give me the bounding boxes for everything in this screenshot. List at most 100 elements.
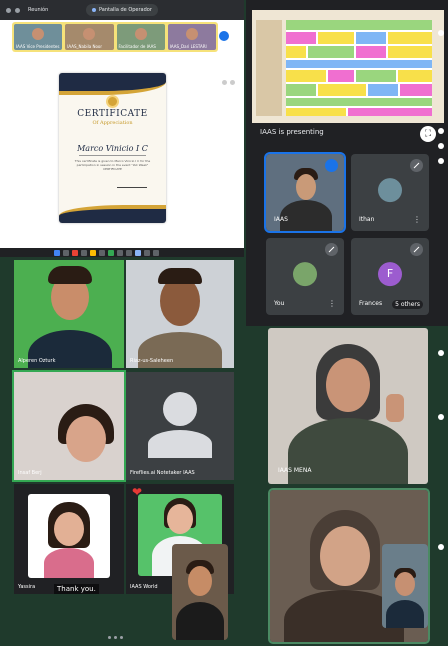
more-icon xyxy=(230,80,235,85)
certificate-title: CERTIFICATE xyxy=(77,109,148,119)
window-titlebar: Reunión Pantalla de Operador xyxy=(0,0,244,20)
certificate-subtitle: Of Appreciation xyxy=(92,120,133,126)
taskbar-app-icon[interactable] xyxy=(126,249,132,256)
margin-dot xyxy=(438,158,444,164)
video-tile[interactable]: IAAS MENA xyxy=(268,328,428,484)
filmstrip-name: IAAS_Nabila Noor xyxy=(67,44,103,49)
taskbar-app-icon[interactable] xyxy=(108,249,114,256)
participant-name: IAAS xyxy=(274,216,288,223)
screen-share-icon xyxy=(92,8,96,12)
filmstrip-tile[interactable]: IAAS_Dari LESTARI xyxy=(167,24,216,50)
operator-screen-label: Pantalla de Operador xyxy=(99,7,152,13)
certificate-slide: CERTIFICATE Of Appreciation Marco Vinici… xyxy=(59,73,166,223)
muted-mic-icon xyxy=(410,159,423,172)
avatar-head-icon xyxy=(163,392,197,426)
margin-dot xyxy=(438,30,444,36)
window-title: Reunión xyxy=(28,7,49,13)
presentation-thumbnail[interactable] xyxy=(252,10,444,123)
video-tile[interactable]: IAAS xyxy=(264,152,346,233)
taskbar-app-icon[interactable] xyxy=(54,249,60,256)
filmstrip-tile[interactable]: Facilitador de IAAS xyxy=(116,24,165,50)
signature-icon xyxy=(117,178,147,188)
certificate-divider xyxy=(79,155,146,156)
taskbar-app-icon[interactable] xyxy=(81,249,87,256)
certificate-recipient: Marco Vinicio I C xyxy=(77,144,148,153)
certificate-bottom-ribbon xyxy=(59,205,166,223)
page-dot xyxy=(108,636,111,639)
schedule-table xyxy=(252,10,444,123)
participant-face xyxy=(66,416,106,462)
presenting-label: IAAS is presenting xyxy=(260,128,324,136)
taskbar-app-icon[interactable] xyxy=(144,249,150,256)
participant-face xyxy=(185,28,198,40)
filmstrip-next-button[interactable] xyxy=(219,31,229,41)
more-icon xyxy=(222,80,227,85)
filmstrip-tile[interactable]: IAAS_Nabila Noor xyxy=(65,24,114,50)
heart-reaction-icon: ❤ xyxy=(132,485,143,499)
shared-screen-panel: Reunión Pantalla de Operador IAAS Vice P… xyxy=(0,0,244,248)
taskbar-app-icon[interactable] xyxy=(135,249,141,256)
page-indicator[interactable] xyxy=(108,636,123,639)
participant-face xyxy=(32,28,45,40)
taskbar-app-icon[interactable] xyxy=(117,249,123,256)
participant-face xyxy=(188,566,212,596)
floating-self-view[interactable] xyxy=(172,544,228,640)
participant-name: Frances xyxy=(359,300,383,307)
slide-controls[interactable] xyxy=(222,80,235,85)
participant-name: IAAS MENA xyxy=(278,467,312,474)
video-tile[interactable]: Yassira xyxy=(14,484,124,594)
taskbar-app-icon[interactable] xyxy=(99,249,105,256)
avatar xyxy=(378,177,402,202)
participant-face xyxy=(326,358,370,412)
participant-name: Yassira xyxy=(18,584,36,590)
participant-face xyxy=(134,28,147,40)
avatar xyxy=(293,261,317,286)
participant-hair xyxy=(158,268,202,284)
window-dot-icon xyxy=(15,7,20,13)
caption-text: Thank you. xyxy=(54,584,99,594)
filmstrip-tile[interactable]: IAAS Vice Presidentes xyxy=(14,24,63,50)
participant-face xyxy=(395,572,415,596)
participant-filmstrip: IAAS Vice Presidentes IAAS_Nabila Noor F… xyxy=(12,22,218,52)
filmstrip-name: IAAS_Dari LESTARI xyxy=(169,44,207,49)
participant-clothing xyxy=(176,602,224,640)
participant-name: Alperen Ozturk xyxy=(18,358,56,364)
filmstrip-name: Facilitador de IAAS xyxy=(118,44,156,49)
participant-clothing xyxy=(44,548,94,578)
floating-self-view[interactable] xyxy=(382,544,428,628)
medal-icon xyxy=(106,95,119,108)
fullscreen-icon[interactable]: ⛶ xyxy=(420,126,436,142)
video-tile[interactable]: Insaf Berj xyxy=(12,370,126,482)
margin-dot xyxy=(438,414,444,420)
video-tile[interactable]: Riaz-us-Saleheen xyxy=(126,260,234,368)
participant-face xyxy=(296,174,316,200)
participant-hair xyxy=(48,266,92,284)
taskbar-app-icon[interactable] xyxy=(90,249,96,256)
more-options-icon[interactable]: ⋮ xyxy=(328,300,336,308)
video-tile[interactable]: Alperen Ozturk xyxy=(14,260,124,368)
more-options-icon[interactable]: ⋮ xyxy=(413,216,421,224)
others-tile[interactable]: F Frances 5 others xyxy=(351,238,429,315)
taskbar-app-icon[interactable] xyxy=(63,249,69,256)
page-dot xyxy=(114,636,117,639)
taskbar-app-icon[interactable] xyxy=(72,249,78,256)
video-tile[interactable]: Ithan ⋮ xyxy=(351,154,429,231)
others-count: 5 others xyxy=(392,300,423,309)
participant-clothing xyxy=(288,418,408,484)
certificate-body: This certificate is given to Marco Vinic… xyxy=(74,159,151,172)
participant-name: Insaf Berj xyxy=(18,470,42,476)
video-tile[interactable]: Fireflies.ai Notetaker IAAS xyxy=(126,372,234,480)
participant-clothing xyxy=(386,600,424,628)
avatar-body-icon xyxy=(148,430,212,458)
participant-name: Riaz-us-Saleheen xyxy=(130,358,174,364)
page-dot xyxy=(120,636,123,639)
participant-name: You xyxy=(274,300,285,307)
video-tile[interactable]: You ⋮ xyxy=(266,238,344,315)
avatar-initial: F xyxy=(378,261,402,286)
taskbar-app-icon[interactable] xyxy=(153,249,159,256)
peace-hand xyxy=(386,394,404,422)
participant-name: Fireflies.ai Notetaker IAAS xyxy=(130,470,195,476)
muted-mic-icon xyxy=(410,243,423,256)
participant-name: IAAS World xyxy=(130,584,158,590)
operator-screen-pill[interactable]: Pantalla de Operador xyxy=(86,4,158,16)
